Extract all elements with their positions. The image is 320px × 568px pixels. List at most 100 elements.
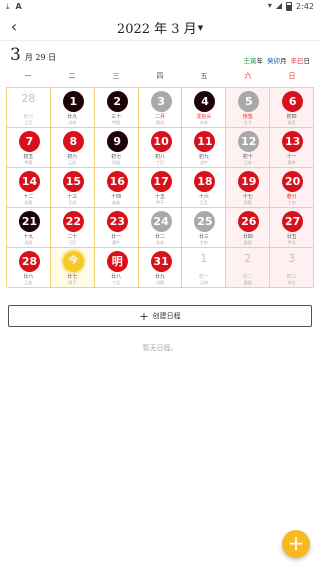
calendar-day-cell[interactable]: 16 十四 癸亥 — [94, 168, 139, 208]
day-number: 2 — [244, 252, 252, 265]
day-number: 明 — [106, 251, 128, 272]
calendar-day-cell[interactable]: 12 初十 己未 — [226, 128, 271, 168]
ganzhi-day-label: 癸丑 — [287, 120, 296, 125]
calendar-day-cell[interactable]: 11 初九 戊午 — [182, 128, 227, 168]
calendar-day-cell[interactable]: 17 十五 甲子 — [138, 168, 183, 208]
day-number: 27 — [282, 211, 304, 232]
calendar-day-cell[interactable]: 2 三十 甲酉 — [94, 88, 139, 128]
ganzhi-day-label: 戊寅 — [156, 280, 164, 285]
status-bar: ⤓ A ▾ ◢ 2:42 — [0, 0, 320, 14]
signal-icon: ◢ — [275, 1, 283, 10]
calendar-day-cell[interactable]: 31 廿九 戊寅 — [138, 248, 183, 288]
calendar-day-cell[interactable]: 21 十九 戊辰 — [7, 208, 51, 248]
calendar-day-cell[interactable]: 28 廿六 乙亥 — [7, 248, 51, 288]
header: ‹ 2022 年 3 月▼ — [0, 14, 320, 40]
create-event-button[interactable]: + 创建日程 — [8, 305, 312, 327]
calendar-grid: 28 廿六 乙巳 1 廿九 戊申 2 三十 甲酉 3 二月 庚戌 4 龙抬头 辛亥 5 惊蛰 壬子 6 初四 癸丑 7 初五… — [6, 87, 315, 288]
calendar-day-cell[interactable]: 27 廿五 甲戌 — [270, 208, 315, 248]
ganzhi-day-label: 癸亥 — [112, 200, 121, 205]
ganzhi-month: 癸卯月 — [267, 57, 287, 65]
ganzhi-day-label: 乙丑 — [199, 200, 208, 205]
ganzhi-day-label: 辛巳 — [287, 280, 296, 285]
ganzhi-day-label: 庚申 — [287, 160, 296, 165]
calendar-day-cell[interactable]: 5 惊蛰 壬子 — [226, 88, 271, 128]
calendar-day-cell[interactable]: 8 初六 乙卯 — [50, 128, 95, 168]
ganzhi-day-label: 庚午 — [112, 240, 121, 245]
ganzhi-day-label: 辛亥 — [199, 120, 208, 125]
calendar-day-cell[interactable]: 明廿八 丁丑 — [94, 248, 139, 288]
day-number: 8 — [62, 131, 84, 152]
calendar-day-cell[interactable]: 15 十三 壬戌 — [50, 168, 95, 208]
calendar-day-cell[interactable]: 1 廿九 戊申 — [50, 88, 95, 128]
day-number: 3 — [288, 252, 296, 265]
calendar-day-cell[interactable]: 28 廿六 乙巳 — [7, 88, 51, 128]
calendar-day-cell[interactable]: 22 二十 己巳 — [50, 208, 95, 248]
day-number: 1 — [62, 91, 84, 112]
day-number: 9 — [106, 131, 128, 152]
ganzhi-day-label: 丁丑 — [112, 280, 121, 285]
day-number: 6 — [282, 91, 304, 112]
calendar-day-cell[interactable]: 10 初八 丁巳 — [138, 128, 183, 168]
calendar-day-cell[interactable]: 6 初四 癸丑 — [270, 88, 315, 128]
selected-date: 3月 29 日 — [10, 45, 56, 65]
weekday-label: 六 — [244, 72, 252, 80]
weekday-label: 五 — [200, 72, 208, 80]
empty-state-text: 暂无日程。 — [142, 344, 178, 352]
calendar-week-row: 28 廿六 乙巳 1 廿九 戊申 2 三十 甲酉 3 二月 庚戌 4 龙抬头 辛亥 5 惊蛰 壬子 6 初四 癸丑 — [7, 88, 315, 128]
ganzhi-day-label: 辛未 — [156, 240, 164, 245]
ganzhi-day-label: 乙亥 — [24, 280, 33, 285]
ganzhi-day-label: 乙巳 — [24, 120, 33, 125]
day-number: 19 — [238, 171, 260, 192]
weekday-label: 三 — [112, 72, 120, 80]
calendar-day-cell[interactable]: 18 十六 乙丑 — [182, 168, 227, 208]
day-number: 7 — [19, 131, 40, 152]
ganzhi-day-label: 壬戌 — [68, 200, 77, 205]
page-title: 2022 年 3 月 — [116, 22, 197, 37]
day-number: 2 — [106, 91, 128, 112]
calendar-day-cell[interactable]: 4 龙抬头 辛亥 — [182, 88, 227, 128]
day-number: 17 — [150, 171, 172, 192]
selected-date-month: 3 — [10, 45, 21, 65]
ganzhi-day-label: 甲寅 — [24, 160, 33, 165]
ganzhi-day-label: 辛酉 — [24, 200, 33, 205]
calendar-day-cell[interactable]: 24 廿二 辛未 — [138, 208, 183, 248]
calendar-day-cell[interactable]: 9 初七 丙辰 — [94, 128, 139, 168]
calendar-day-cell[interactable]: 23 廿一 庚午 — [94, 208, 139, 248]
add-event-fab[interactable]: + — [282, 530, 310, 558]
create-event-label: 创建日程 — [152, 312, 181, 320]
calendar-day-cell[interactable]: 13 十一 庚申 — [270, 128, 315, 168]
calendar-day-cell[interactable]: 7 初五 甲寅 — [7, 128, 51, 168]
status-time: 2:42 — [296, 1, 314, 11]
status-bar-right: ▾ ◢ 2:42 — [268, 1, 314, 11]
calendar-day-cell[interactable]: 3 初三 辛巳 — [270, 248, 315, 288]
calendar-day-cell[interactable]: 3 二月 庚戌 — [138, 88, 183, 128]
ganzhi-day-label: 甲子 — [156, 200, 164, 205]
month-picker[interactable]: 2022 年 3 月▼ — [0, 18, 320, 37]
day-number: 28 — [19, 251, 40, 272]
ganzhi-day-label: 庚辰 — [243, 280, 252, 285]
day-number: 21 — [19, 211, 40, 232]
calendar-week-row: 28 廿六 乙亥今廿七 丙子明廿八 丁丑 31 廿九 戊寅 1 初一 己卯 2 初二 庚辰 3 初三 辛巳 — [7, 248, 315, 288]
calendar-day-cell[interactable]: 25 廿三 壬申 — [182, 208, 227, 248]
calendar-day-cell[interactable]: 19 十七 丙寅 — [226, 168, 271, 208]
ganzhi-day-label: 丁卯 — [287, 200, 296, 205]
dropdown-caret-icon: ▼ — [197, 24, 204, 32]
ganzhi-day-label: 己未 — [243, 160, 252, 165]
calendar-day-cell[interactable]: 1 初一 己卯 — [182, 248, 227, 288]
day-number: 31 — [150, 251, 172, 272]
day-number: 5 — [238, 91, 260, 112]
weekday-header: 一 二 三 四 五 六 日 — [6, 71, 314, 83]
weekday-label: 四 — [156, 72, 164, 80]
day-number: 10 — [150, 131, 172, 152]
day-number: 24 — [150, 211, 172, 232]
calendar-day-cell[interactable]: 20 春分 丁卯 — [270, 168, 315, 208]
day-number: 15 — [62, 171, 84, 192]
header-divider — [0, 40, 320, 41]
calendar-day-cell[interactable]: 26 廿四 癸酉 — [226, 208, 271, 248]
calendar-week-row: 7 初五 甲寅 8 初六 乙卯 9 初七 丙辰 10 初八 丁巳 11 初九 戊午 12 初十 己未 13 十一 庚申 — [7, 128, 315, 168]
calendar-day-cell[interactable]: 14 十二 辛酉 — [7, 168, 51, 208]
selected-date-day: 月 29 日 — [24, 53, 57, 62]
calendar-day-cell-today[interactable]: 今廿七 丙子 — [50, 248, 95, 288]
day-number: 20 — [282, 171, 304, 192]
calendar-day-cell[interactable]: 2 初二 庚辰 — [226, 248, 271, 288]
